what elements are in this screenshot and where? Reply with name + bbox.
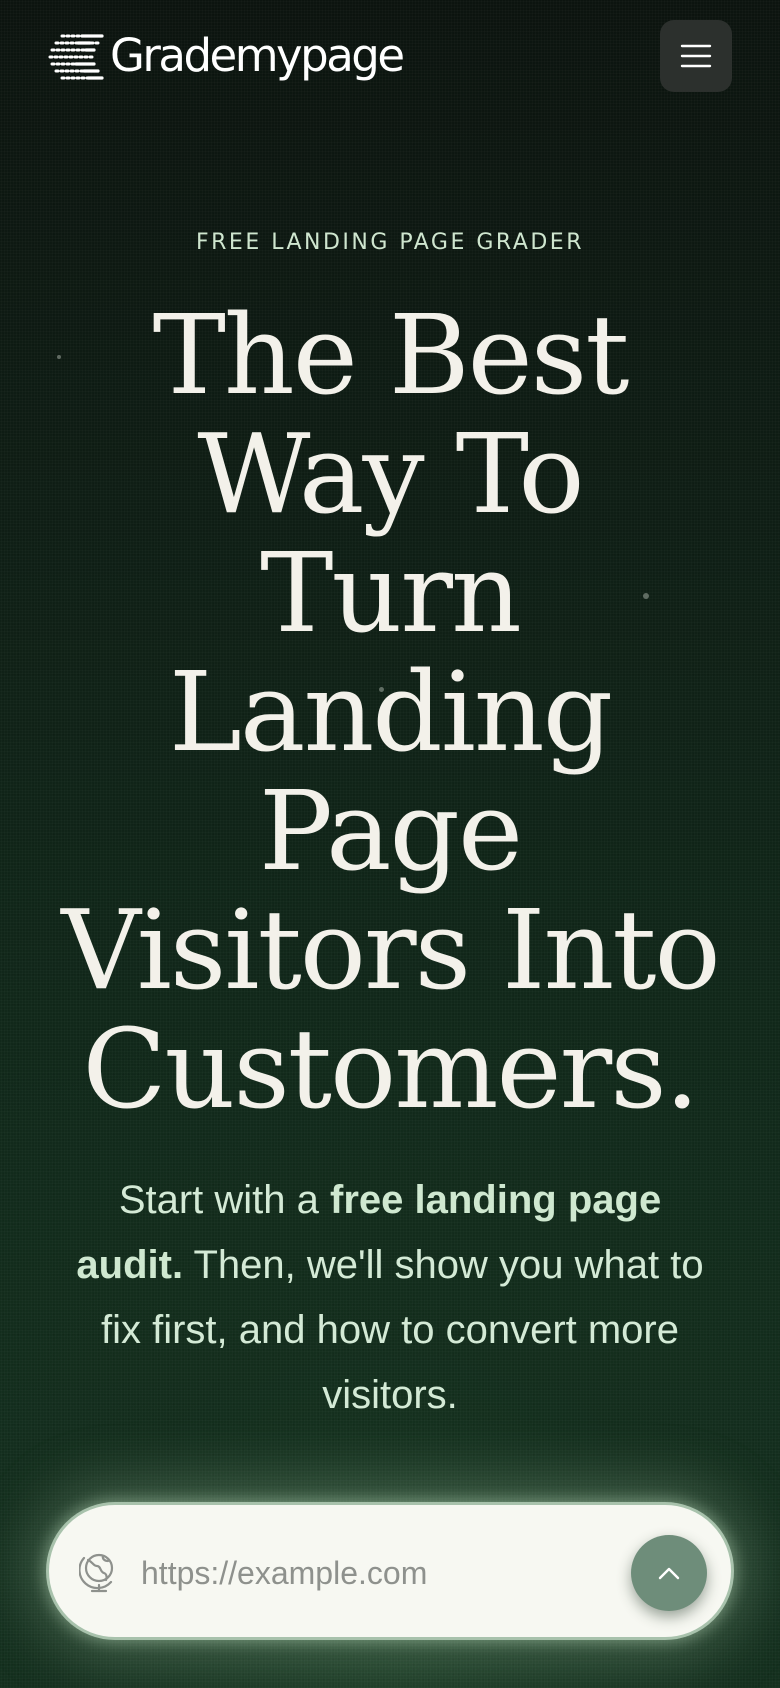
speed-lines-logo-icon xyxy=(48,34,104,80)
headline-line: The Best xyxy=(152,291,630,419)
submit-audit-button[interactable] xyxy=(631,1535,707,1611)
chevron-up-icon xyxy=(658,1567,680,1580)
url-audit-form xyxy=(46,1502,734,1640)
brand-name: Grademypage xyxy=(110,28,405,82)
subtext-lead: Start with a xyxy=(118,1178,331,1222)
menu-button[interactable] xyxy=(660,20,732,92)
hero-headline: The Best Way To Turn Landing Page Visito… xyxy=(20,296,760,1129)
headline-line: Way To xyxy=(197,410,584,538)
headline-line: Turn xyxy=(260,529,522,657)
headline-line: Page xyxy=(258,767,523,895)
subtext-rest: Then, we'll show you what to fix first, … xyxy=(100,1243,704,1417)
hero-eyebrow: FREE LANDING PAGE GRADER xyxy=(195,230,584,255)
brand-logo-link[interactable]: Grademypage xyxy=(48,28,405,82)
globe-icon xyxy=(79,1553,114,1593)
hero-subtext: Start with a free landing page audit. Th… xyxy=(70,1168,710,1428)
hamburger-menu-icon xyxy=(680,44,712,68)
headline-line: Landing xyxy=(168,648,613,776)
headline-line: Visitors Into xyxy=(61,886,720,1014)
url-input[interactable] xyxy=(141,1541,561,1605)
headline-line: Customers. xyxy=(82,1005,699,1133)
site-header: Grademypage xyxy=(0,20,780,92)
